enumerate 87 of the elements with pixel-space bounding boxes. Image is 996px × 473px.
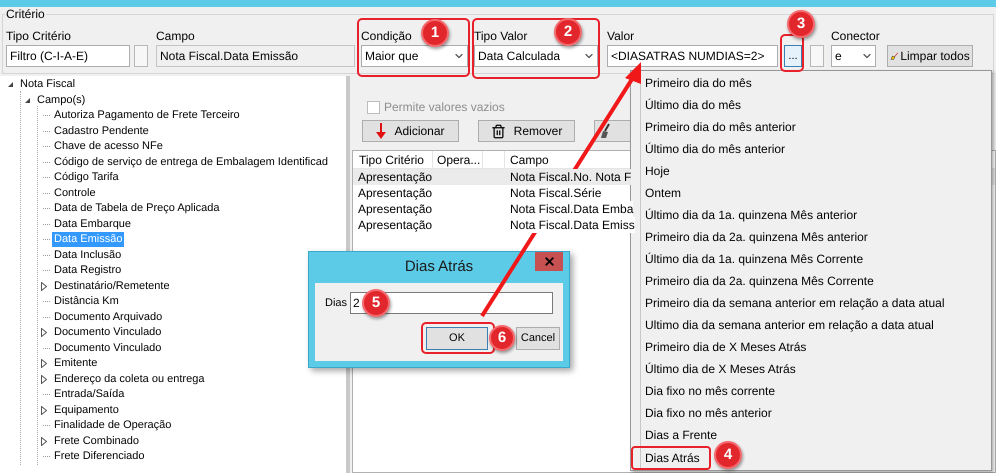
broom-icon	[599, 123, 611, 139]
menu-item[interactable]: Ontem	[645, 182, 682, 204]
tree-item[interactable]: Entrada/Saída	[52, 387, 126, 402]
tree-item[interactable]: Destinatário/Remetente	[52, 278, 172, 294]
remove-button[interactable]: Remover	[478, 120, 575, 142]
tree-item[interactable]: Código de serviço de entrega de Embalagem Identificad	[52, 154, 330, 170]
group-title: Critério	[5, 7, 46, 21]
caret-right-icon[interactable]	[41, 282, 47, 291]
checkbox[interactable]	[810, 45, 824, 67]
caret-right-icon[interactable]	[41, 406, 47, 415]
browse-button[interactable]: ...	[784, 45, 802, 67]
tree-item[interactable]: Chave de acesso NFe	[52, 139, 165, 154]
menu-item[interactable]: Último dia da 1a. quinzena Mês Corrente	[645, 248, 864, 270]
cancel-button[interactable]: Cancel	[516, 327, 560, 350]
connector-dropdown[interactable]: e	[831, 45, 876, 67]
tree-item[interactable]: Controle	[52, 186, 98, 201]
step-badge: 3	[787, 10, 815, 38]
tree-item[interactable]: Finalidade de Operação	[52, 418, 174, 434]
trash-icon	[490, 124, 506, 138]
dialog-title: Dias Atrás	[404, 257, 474, 278]
tree-item[interactable]: Data Registro	[52, 263, 124, 278]
tree-item[interactable]: Endereço da coleta ou entrega	[52, 372, 206, 387]
condition-dropdown[interactable]: Maior que	[361, 45, 468, 67]
tree-item[interactable]: Nota Fiscal	[18, 77, 78, 92]
value-type-dropdown[interactable]: Data Calculada	[474, 45, 598, 67]
tree-item[interactable]: Campo(s)	[35, 92, 88, 108]
tree-item[interactable]: Data Embarque	[52, 216, 134, 232]
tree-item[interactable]: Data Inclusão	[52, 248, 124, 263]
table-cell-text: Apresentação	[357, 217, 434, 233]
field-label: Valor	[607, 29, 634, 43]
menu-item[interactable]: Dias Atrás	[645, 448, 700, 468]
table-cell-text: Apresentação	[357, 169, 434, 185]
menu-item[interactable]: Primeiro dia da 2a. quinzena Mês Corrente	[645, 270, 874, 292]
tree-item[interactable]: Distância Km	[52, 294, 121, 310]
caret-down-icon[interactable]	[6, 81, 14, 88]
field-label: Campo	[156, 29, 195, 43]
tree-item[interactable]: Documento Vinculado	[52, 325, 164, 340]
clear-all-button[interactable]: Limpar todos	[886, 45, 973, 67]
menu-item[interactable]: Ultimo dia da semana anterior em relação a data atual	[645, 314, 934, 336]
tree-item[interactable]: Autoriza Pagamento de Frete Terceiro	[52, 108, 242, 124]
checkbox[interactable]	[134, 45, 148, 67]
ok-button[interactable]: OK	[426, 327, 488, 350]
add-button[interactable]: Adicionar	[362, 120, 459, 142]
tree-item[interactable]: Cadastro Pendente	[52, 124, 151, 139]
menu-item[interactable]: Primeiro dia de X Meses Atrás	[645, 336, 806, 358]
tree-item[interactable]: Documento Vinculado	[52, 340, 164, 356]
field-label: Tipo Critério	[6, 29, 71, 43]
column-header[interactable]: Opera...	[433, 151, 483, 168]
close-button[interactable]	[535, 252, 563, 271]
caret-right-icon[interactable]	[41, 359, 47, 368]
menu-item[interactable]: Hoje	[645, 160, 670, 182]
caret-down-icon[interactable]	[24, 96, 30, 104]
tree-item[interactable]: Emitente	[52, 356, 100, 372]
close-icon	[542, 255, 556, 268]
menu-item[interactable]: Primeiro dia da 2a. quinzena Mês anterior	[645, 226, 868, 248]
arrow-down-icon	[376, 123, 386, 139]
menu-item[interactable]: Dia fixo no mês anterior	[645, 402, 772, 424]
value-field[interactable]: <DIASATRAS NUMDIAS=2>	[607, 45, 778, 67]
table-cell-text: Apresentação	[357, 185, 434, 201]
field-label: Conector	[831, 29, 880, 43]
step-badge: 1	[421, 19, 449, 47]
menu-item[interactable]: Primeiro dia da semana anterior em relação a data atual	[645, 292, 944, 314]
tree-item[interactable]: Documento Arquivado	[52, 310, 164, 325]
tree-item[interactable]: Frete Diferenciado	[52, 449, 146, 464]
caret-right-icon[interactable]	[41, 436, 47, 446]
tree-item[interactable]: Frete Combinado	[52, 434, 141, 449]
column-header[interactable]: Tipo Critério	[353, 151, 433, 168]
menu-item[interactable]: Dia fixo no mês corrente	[645, 380, 776, 402]
field-label: Dias	[325, 296, 348, 311]
menu-item[interactable]: Primeiro dia do mês	[645, 72, 752, 94]
field-label: Condição	[361, 29, 412, 43]
criteria-type-field[interactable]: Filtro (C-I-A-E)	[6, 45, 130, 67]
caret-right-icon[interactable]	[41, 374, 47, 384]
tree-item[interactable]: Código Tarifa	[52, 170, 121, 186]
menu-item[interactable]: Último dia do mês	[645, 94, 742, 116]
table-cell-text: Apresentação	[357, 201, 434, 217]
menu-item[interactable]: Primeiro dia do mês anterior	[645, 116, 796, 138]
menu-item[interactable]: Último dia da 1a. quinzena Mês anterior	[645, 204, 858, 226]
field-label: Tipo Valor	[474, 29, 528, 43]
tree-item[interactable]: Equipamento	[52, 402, 121, 418]
menu-item[interactable]: Último dia do mês anterior	[645, 138, 786, 160]
menu-item[interactable]: Último dia de X Meses Atrás	[645, 358, 796, 380]
checkbox-label: Permite valores vazios	[384, 99, 505, 116]
caret-right-icon[interactable]	[41, 328, 47, 338]
tree-item[interactable]: Data de Tabela de Preço Aplicada	[52, 201, 222, 216]
step-badge: 2	[554, 18, 582, 46]
field-name-field[interactable]: Nota Fiscal.Data Emissão	[156, 45, 355, 67]
